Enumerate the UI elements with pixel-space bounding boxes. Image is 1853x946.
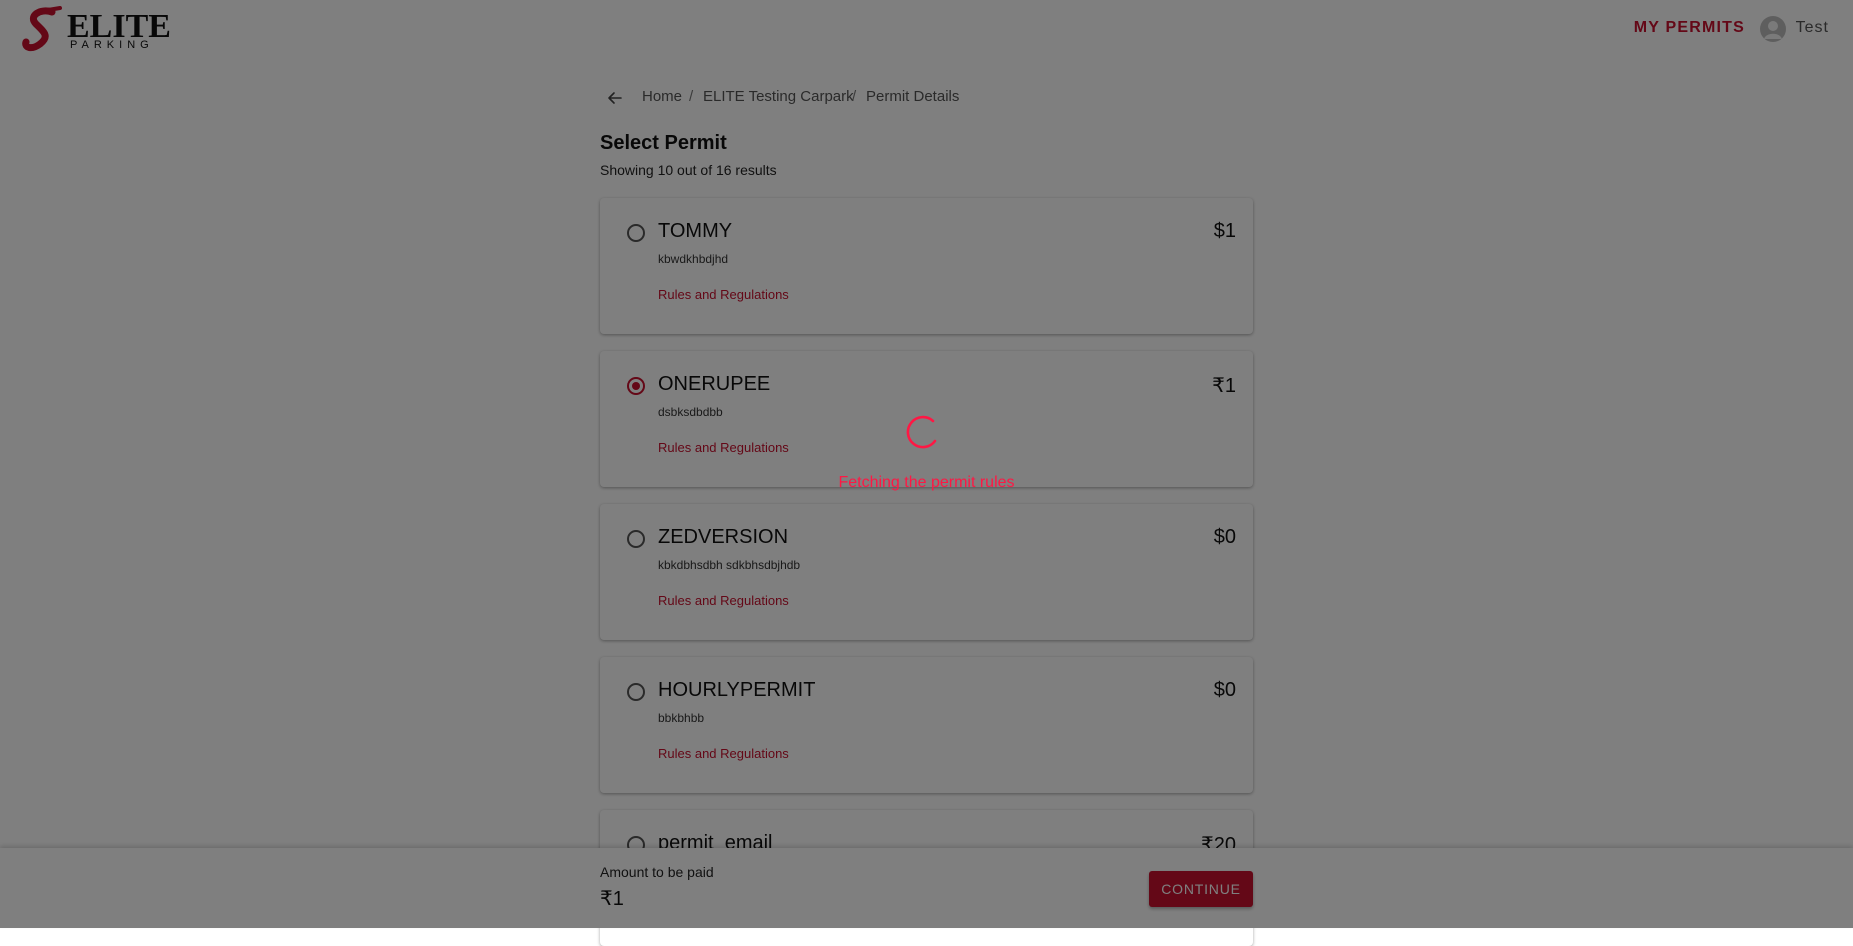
payment-footer: Amount to be paid ₹1 CONTINUE <box>0 848 1853 928</box>
loading-message: Fetching the permit rules <box>838 474 1015 491</box>
loading-spinner-icon <box>906 415 937 449</box>
footer-backdrop <box>0 848 1853 928</box>
loading-backdrop <box>0 0 1853 928</box>
